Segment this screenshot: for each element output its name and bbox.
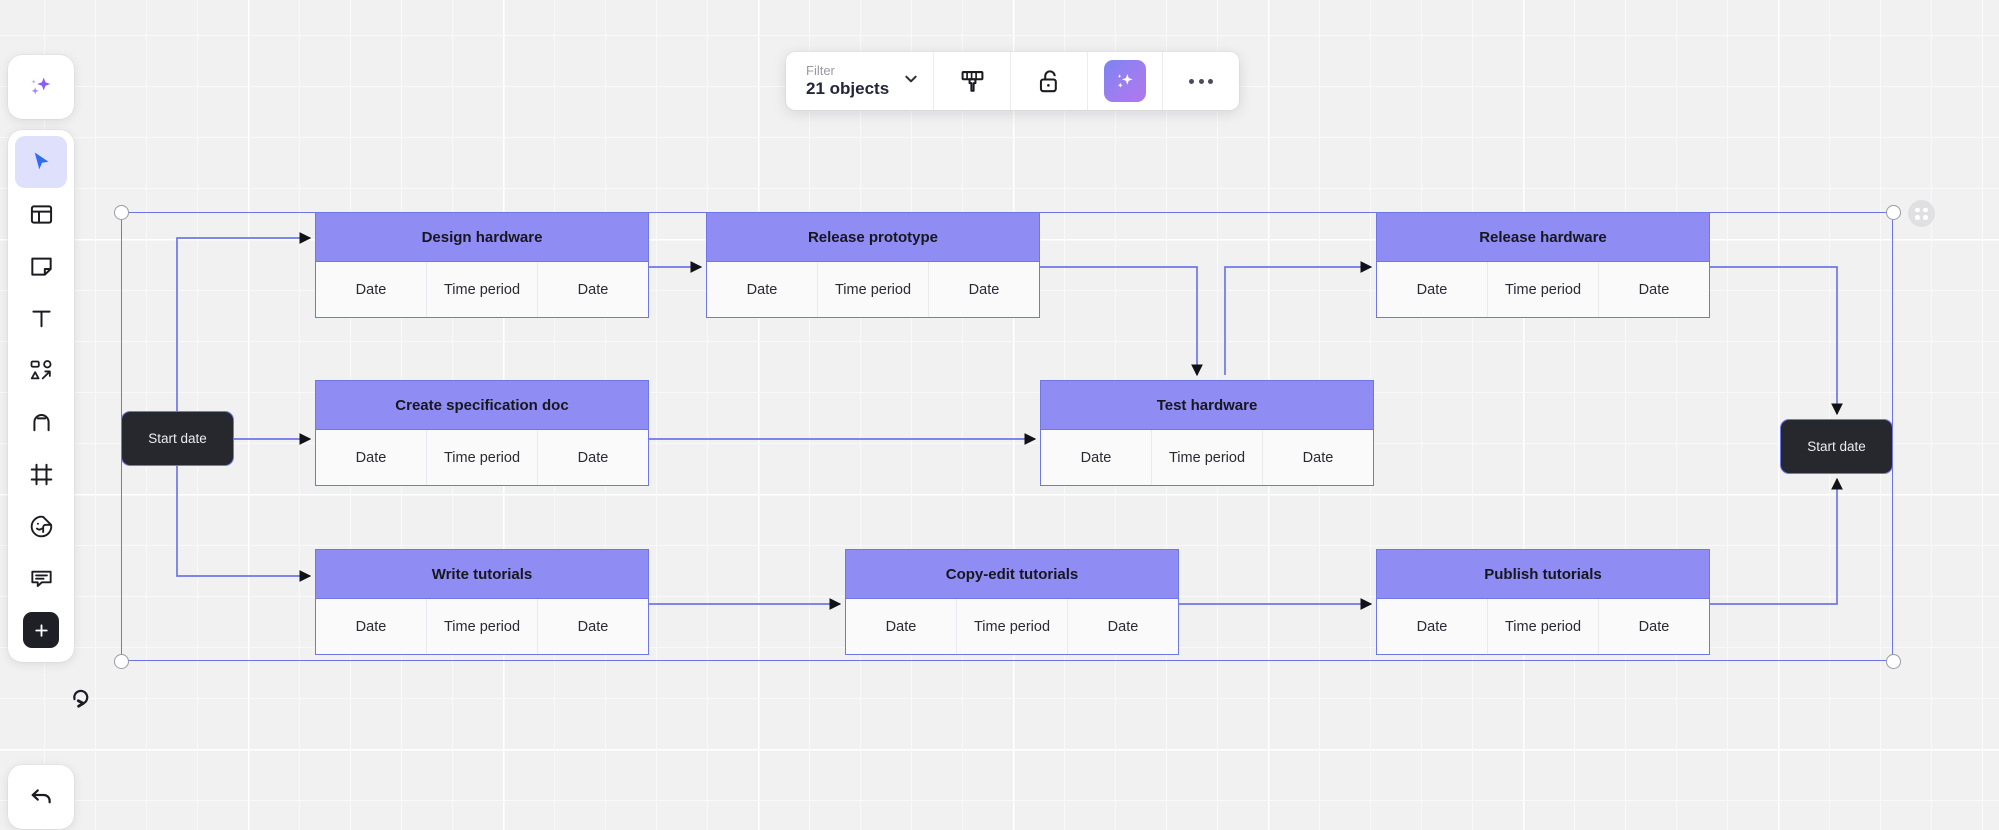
filter-dropdown[interactable]: Filter 21 objects [786,52,934,110]
task-card-title: Publish tutorials [1377,550,1709,599]
task-card-field[interactable]: Date [316,430,427,485]
task-card[interactable]: Design hardwareDateTime periodDate [315,212,649,318]
start-date-label: Start date [1807,439,1866,454]
task-card-field[interactable]: Time period [427,599,538,654]
task-card-title: Create specification doc [316,381,648,430]
task-card-field[interactable]: Date [1041,430,1152,485]
task-card-field[interactable]: Date [929,262,1039,317]
sidebar-item-text[interactable] [15,292,67,344]
sidebar-item-select[interactable] [15,136,67,188]
selection-handle-top-right[interactable] [1886,205,1901,220]
task-card-field[interactable]: Date [707,262,818,317]
sticky-note-icon [29,254,54,279]
task-card-field[interactable]: Date [538,262,648,317]
task-card-field[interactable]: Date [846,599,957,654]
task-card-field[interactable]: Time period [427,262,538,317]
sidebar-item-sticker[interactable] [15,500,67,552]
undo-button[interactable] [15,771,67,823]
task-card[interactable]: Write tutorialsDateTime periodDate [315,549,649,655]
whiteboard-canvas[interactable] [0,0,1999,830]
sidebar-item-templates[interactable] [15,188,67,240]
task-card-fields: DateTime periodDate [316,262,648,317]
task-card-fields: DateTime periodDate [1377,262,1709,317]
task-card-field[interactable]: Date [538,599,648,654]
task-card-field[interactable]: Time period [957,599,1068,654]
task-card[interactable]: Release hardwareDateTime periodDate [1376,212,1710,318]
sidebar-item-sticky-note[interactable] [15,240,67,292]
sidebar-item-pen[interactable] [15,396,67,448]
filter-label: Filter [806,64,889,79]
ellipsis-icon [1179,59,1223,103]
task-card-field[interactable]: Date [1599,599,1709,654]
sparkle-icon [1104,60,1146,102]
task-card[interactable]: Publish tutorialsDateTime periodDate [1376,549,1710,655]
task-card-title: Write tutorials [316,550,648,599]
selection-handle-top-left[interactable] [114,205,129,220]
rotate-handle-icon[interactable] [68,685,94,711]
task-card-field[interactable]: Date [316,599,427,654]
chevron-down-icon [903,71,919,91]
task-card-field[interactable]: Date [1599,262,1709,317]
sidebar-item-comment[interactable] [15,552,67,604]
layout-template-icon [29,202,54,227]
plus-icon [23,612,59,648]
task-card-title: Test hardware [1041,381,1373,430]
task-card[interactable]: Create specification docDateTime periodD… [315,380,649,486]
frame-icon [29,462,54,487]
task-card-field[interactable]: Date [538,430,648,485]
start-date-pill-left[interactable]: Start date [121,411,234,466]
format-painter-button[interactable] [934,52,1011,110]
context-toolbar: Filter 21 objects [786,52,1239,110]
task-card-fields: DateTime periodDate [1041,430,1373,485]
sidebar-item-add-apps[interactable] [15,604,67,656]
sidebar-item-ai-assistant[interactable] [15,61,67,113]
unlocked-padlock-icon [1027,59,1071,103]
pen-draw-icon [29,410,54,435]
shapes-connector-icon [29,358,54,383]
left-rail-ai-section [8,55,74,119]
more-options-button[interactable] [1163,52,1239,110]
text-t-icon [29,306,54,331]
task-card-title: Design hardware [316,213,648,262]
cursor-icon [29,150,54,175]
task-card[interactable]: Copy-edit tutorialsDateTime periodDate [845,549,1179,655]
start-date-label: Start date [148,431,207,446]
task-card-field[interactable]: Date [1068,599,1178,654]
comment-bubble-icon [29,566,54,591]
left-rail-tools [8,130,74,662]
sidebar-item-shapes-connectors[interactable] [15,344,67,396]
task-card-title: Release prototype [707,213,1039,262]
task-card-title: Copy-edit tutorials [846,550,1178,599]
selection-handle-bottom-left[interactable] [114,654,129,669]
task-card-field[interactable]: Time period [1488,599,1599,654]
paint-brush-icon [950,59,994,103]
filter-value: 21 objects [806,79,889,99]
sidebar-item-frame[interactable] [15,448,67,500]
task-card-field[interactable]: Time period [1152,430,1263,485]
task-card[interactable]: Release prototypeDateTime periodDate [706,212,1040,318]
task-card-fields: DateTime periodDate [846,599,1178,654]
left-rail-undo-section [8,765,74,829]
sticker-smiley-icon [29,514,54,539]
task-card-fields: DateTime periodDate [707,262,1039,317]
lock-button[interactable] [1011,52,1088,110]
task-card[interactable]: Test hardwareDateTime periodDate [1040,380,1374,486]
task-card-fields: DateTime periodDate [316,430,648,485]
task-card-fields: DateTime periodDate [316,599,648,654]
drag-dots-icon[interactable] [1908,200,1935,227]
task-card-field[interactable]: Date [316,262,427,317]
task-card-field[interactable]: Date [1377,599,1488,654]
task-card-field[interactable]: Time period [1488,262,1599,317]
ai-button[interactable] [1088,52,1163,110]
selection-handle-bottom-right[interactable] [1886,654,1901,669]
task-card-title: Release hardware [1377,213,1709,262]
task-card-field[interactable]: Time period [818,262,929,317]
task-card-field[interactable]: Date [1263,430,1373,485]
start-date-pill-right[interactable]: Start date [1780,419,1893,474]
task-card-field[interactable]: Date [1377,262,1488,317]
undo-arrow-icon [29,785,54,810]
task-card-fields: DateTime periodDate [1377,599,1709,654]
task-card-field[interactable]: Time period [427,430,538,485]
